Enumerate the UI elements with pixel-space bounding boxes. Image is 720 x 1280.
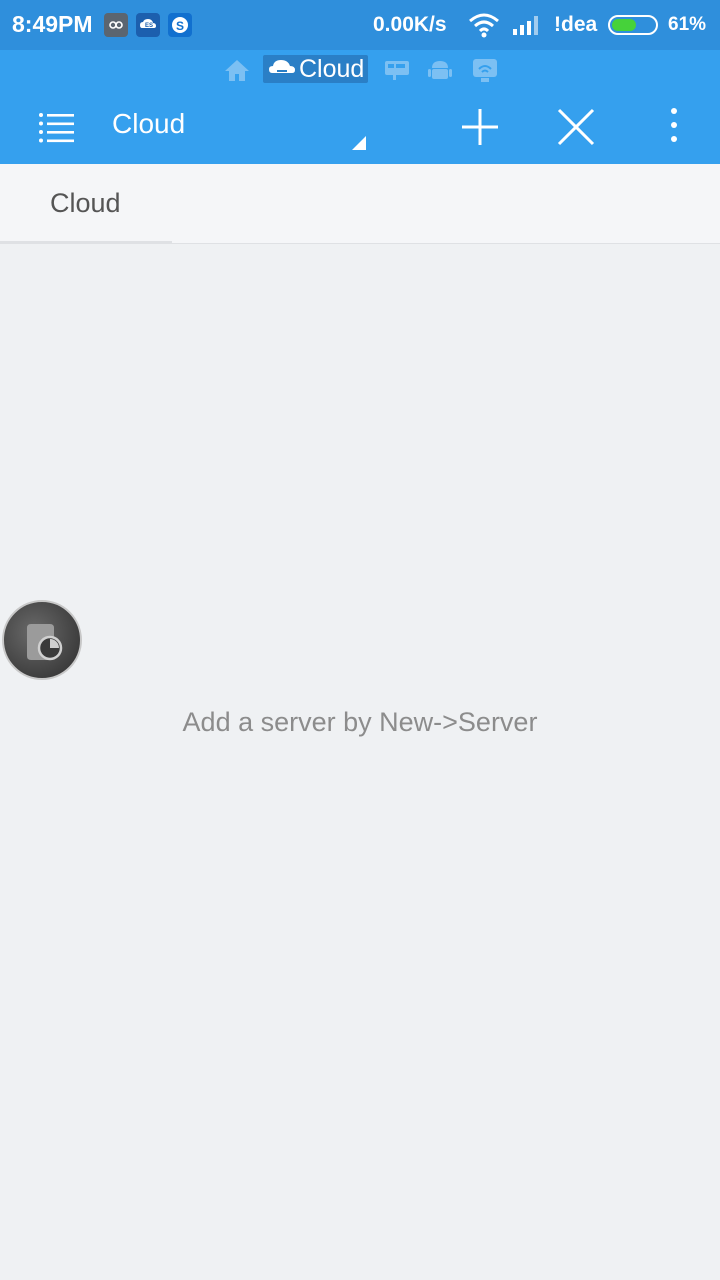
floating-analyzer-button[interactable] (2, 600, 82, 680)
skype-icon: S (168, 13, 192, 37)
dropdown-icon[interactable] (352, 136, 366, 150)
cloud-icon (269, 55, 295, 84)
battery-level (612, 19, 637, 31)
network-icon[interactable] (384, 58, 410, 87)
toolbar-title[interactable]: Cloud (112, 108, 185, 140)
remote-icon[interactable] (472, 58, 498, 89)
link-icon (104, 13, 128, 37)
toolbar: Cloud (0, 90, 720, 164)
battery-icon (608, 15, 658, 35)
carrier-name: !dea (554, 13, 598, 36)
android-icon[interactable] (428, 58, 452, 87)
storage-analyzer-icon (24, 620, 68, 669)
svg-text:S: S (176, 19, 184, 33)
wifi-icon (468, 12, 500, 43)
es-file-icon: ES (136, 13, 160, 37)
breadcrumb-cloud[interactable]: Cloud (263, 54, 369, 84)
menu-icon[interactable] (32, 103, 80, 151)
empty-state-message: Add a server by New->Server (182, 707, 538, 737)
signal-icon (512, 14, 542, 41)
tab-cloud[interactable]: Cloud (0, 164, 172, 244)
status-time: 8:49PM (12, 11, 93, 37)
breadcrumb-cloud-label: Cloud (299, 54, 365, 83)
more-icon[interactable] (650, 103, 698, 151)
add-icon[interactable] (456, 103, 504, 151)
tab-cloud-label: Cloud (50, 188, 121, 218)
breadcrumb: Cloud (0, 50, 720, 90)
tab-strip: Cloud (0, 164, 720, 244)
battery-percent: 61% (668, 14, 707, 35)
close-icon[interactable] (552, 103, 600, 151)
svg-text:ES: ES (145, 23, 153, 29)
home-icon[interactable] (223, 58, 251, 87)
network-speed: 0.00K/s (373, 13, 447, 36)
status-bar: 8:49PM ES S 0.00K/s !dea 61% (0, 0, 720, 50)
